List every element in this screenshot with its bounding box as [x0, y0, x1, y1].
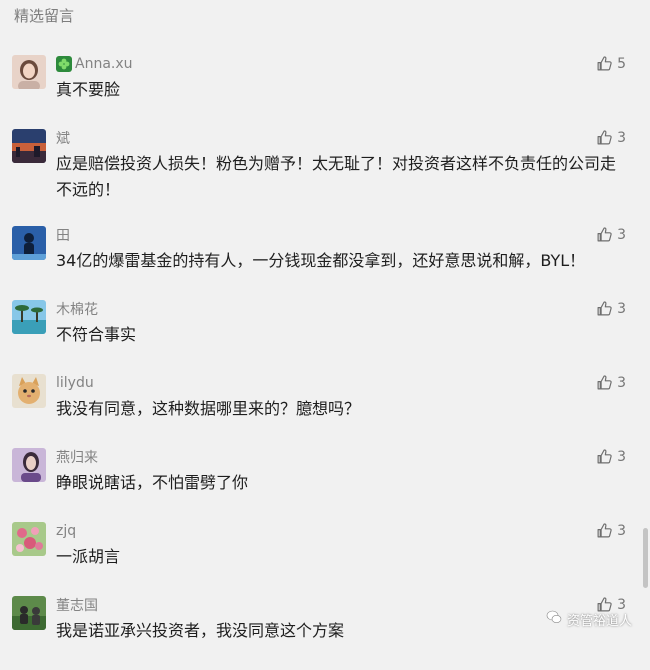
like-count: 5 [617, 55, 626, 72]
flowers-avatar[interactable] [12, 522, 46, 556]
comment-text: 不符合事实 [56, 325, 137, 344]
clover-badge-icon [56, 56, 72, 72]
like-button[interactable]: 3 [596, 300, 626, 317]
commenter-name[interactable]: 燕归来 [56, 447, 98, 467]
thumbs-up-icon [596, 374, 613, 391]
commenter-name[interactable]: Anna.xu [75, 56, 133, 72]
comment-text: 我是诺亚承兴投资者，我没同意这个方案 [56, 621, 345, 640]
section-title: 精选留言 [14, 7, 75, 25]
commenter-name[interactable]: 田 [56, 225, 70, 245]
like-count: 3 [617, 129, 626, 146]
watermark-text: 资管裕道人 [566, 613, 632, 629]
commenter-name[interactable]: lilydu [56, 375, 94, 391]
like-button[interactable]: 3 [596, 129, 626, 146]
commenter-name[interactable]: 董志国 [56, 595, 98, 615]
sunset-landscape-avatar[interactable] [12, 129, 46, 163]
like-count: 3 [617, 448, 626, 465]
comment-text: 34亿的爆雷基金的持有人，一分钱现金都没拿到，还好意思说和解，BYL！ [56, 251, 586, 270]
commenter-name[interactable]: zjq [56, 523, 76, 539]
thumbs-up-icon [596, 522, 613, 539]
thumbs-up-icon [596, 129, 613, 146]
scrollbar-thumb[interactable] [643, 528, 648, 588]
like-button[interactable]: 5 [596, 55, 626, 72]
blue-figure-avatar[interactable] [12, 226, 46, 260]
like-count: 3 [617, 522, 626, 539]
comment-text: 真不要脸 [56, 80, 121, 99]
cat-avatar[interactable] [12, 374, 46, 408]
like-count: 3 [617, 300, 626, 317]
commenter-name[interactable]: 木棉花 [56, 299, 98, 319]
like-button[interactable]: 3 [596, 374, 626, 391]
purple-portrait-avatar[interactable] [12, 448, 46, 482]
comment-item: 燕归来 睁眼说瞎话，不怕雷劈了你 3 [0, 448, 640, 522]
comment-text: 应是赔偿投资人损失！粉色为赠予！太无耻了！对投资者这样不负责任的公司走不远的！ [56, 154, 617, 199]
like-button[interactable]: 3 [596, 226, 626, 243]
comment-item: 斌 应是赔偿投资人损失！粉色为赠予！太无耻了！对投资者这样不负责任的公司走不远的… [0, 129, 640, 203]
comment-item: lilydu 我没有同意，这种数据哪里来的？臆想吗？ 3 [0, 374, 640, 448]
wechat-icon [546, 609, 562, 629]
comment-item: 木棉花 不符合事实 3 [0, 300, 640, 374]
comment-text: 睁眼说瞎话，不怕雷劈了你 [56, 473, 249, 492]
beach-palm-avatar[interactable] [12, 300, 46, 334]
comment-item: 田 34亿的爆雷基金的持有人，一分钱现金都没拿到，还好意思说和解，BYL！ 3 [0, 226, 640, 300]
commenter-name[interactable]: 斌 [56, 128, 70, 148]
like-button[interactable]: 3 [596, 522, 626, 539]
comment-item: zjq 一派胡言 3 [0, 522, 640, 596]
thumbs-up-icon [596, 226, 613, 243]
thumbs-up-icon [596, 55, 613, 72]
comment-text: 一派胡言 [56, 547, 121, 566]
comment-item: Anna.xu 真不要脸 5 [0, 55, 640, 129]
like-button[interactable]: 3 [596, 448, 626, 465]
green-photo-avatar[interactable] [12, 596, 46, 630]
like-count: 3 [617, 226, 626, 243]
like-count: 3 [617, 374, 626, 391]
woman-portrait-avatar[interactable] [12, 55, 46, 89]
watermark: 资管裕道人 [546, 609, 632, 629]
comment-item: 董志国 我是诺亚承兴投资者，我没同意这个方案 3 [0, 596, 640, 670]
comment-text: 我没有同意，这种数据哪里来的？臆想吗？ [56, 399, 361, 418]
thumbs-up-icon [596, 448, 613, 465]
thumbs-up-icon [596, 300, 613, 317]
